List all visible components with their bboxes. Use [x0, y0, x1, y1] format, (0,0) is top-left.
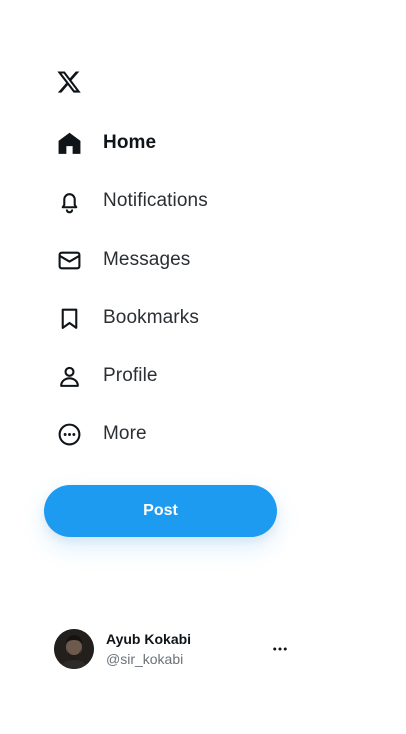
nav-item-messages[interactable]: Messages — [44, 238, 202, 282]
account-info: Ayub Kokabi @sir_kokabi — [106, 630, 191, 668]
person-icon — [56, 363, 82, 389]
nav-item-label: More — [103, 423, 147, 444]
account-switcher[interactable]: Ayub Kokabi @sir_kokabi — [54, 629, 294, 669]
envelope-icon — [56, 247, 82, 273]
bookmark-icon — [56, 305, 82, 331]
nav-item-notifications[interactable]: Notifications — [44, 179, 220, 223]
sidebar: Home Notifications Messages Bookmarks Pr… — [0, 0, 406, 734]
post-button[interactable]: Post — [44, 485, 277, 537]
nav-item-label: Home — [103, 132, 157, 153]
nav-item-profile[interactable]: Profile — [44, 354, 170, 398]
nav-item-bookmarks[interactable]: Bookmarks — [44, 296, 211, 340]
nav-item-more[interactable]: More — [44, 412, 159, 456]
nav-item-label: Notifications — [103, 190, 208, 211]
nav-item-label: Bookmarks — [103, 307, 199, 328]
account-name: Ayub Kokabi — [106, 631, 192, 647]
bell-icon — [56, 188, 82, 214]
x-logo-icon[interactable] — [55, 69, 83, 95]
nav-item-home[interactable]: Home — [44, 121, 168, 165]
ellipsis-icon[interactable] — [270, 639, 290, 659]
home-icon — [56, 130, 82, 156]
more-circle-icon — [56, 421, 82, 447]
nav-item-label: Messages — [103, 249, 191, 270]
account-handle: @sir_kokabi — [106, 651, 184, 667]
nav-item-label: Profile — [103, 365, 158, 386]
avatar — [54, 629, 94, 669]
